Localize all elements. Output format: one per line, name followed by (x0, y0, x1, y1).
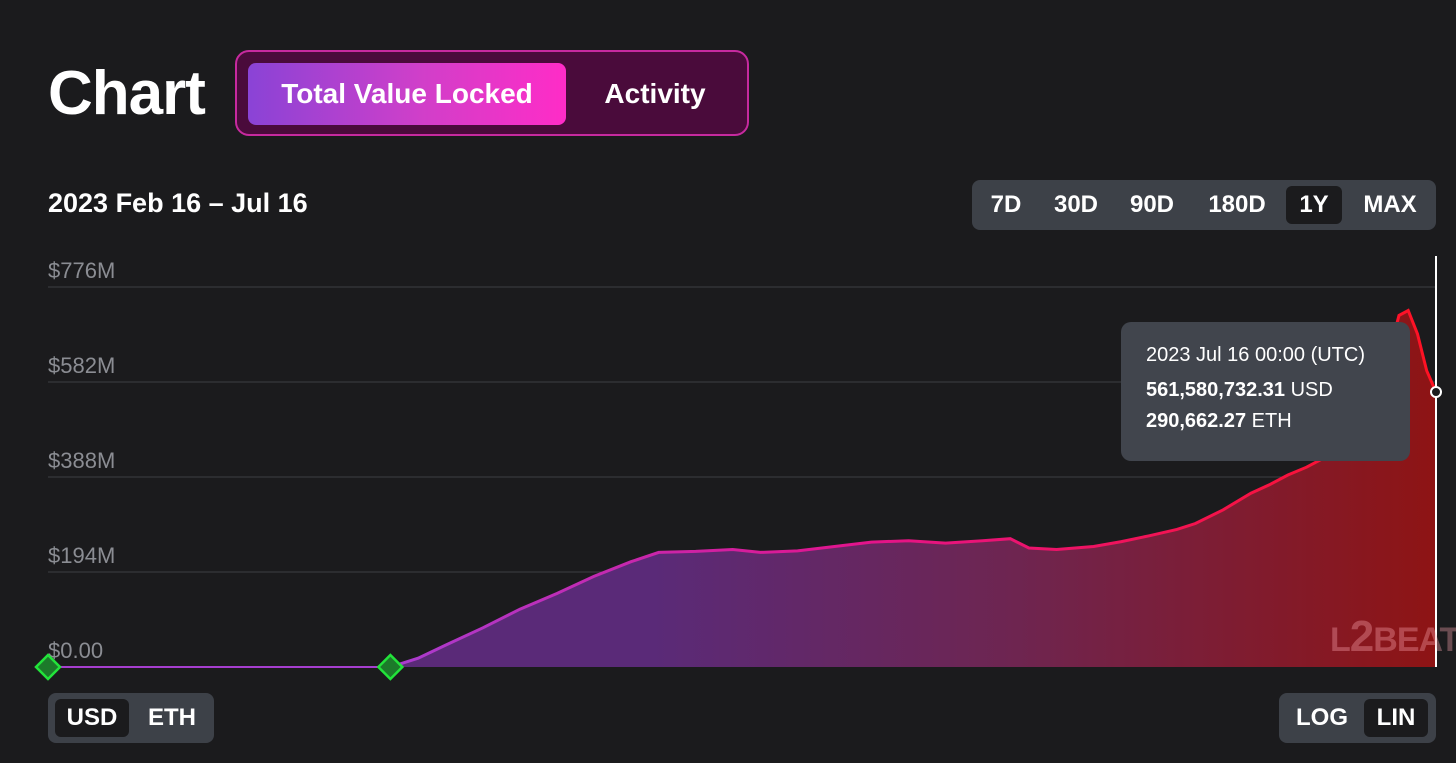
usd-button[interactable]: USD (55, 699, 129, 737)
chart-tooltip: 2023 Jul 16 00:00 (UTC) 561,580,732.31 U… (1121, 322, 1410, 461)
tooltip-usd-unit: USD (1290, 379, 1333, 401)
eth-button[interactable]: ETH (136, 699, 208, 737)
currency-toggle: USD ETH (48, 693, 214, 743)
hover-point (1430, 385, 1442, 398)
tooltip-eth-unit: ETH (1251, 410, 1292, 432)
event-marker-1[interactable] (376, 653, 405, 681)
tooltip-usd: 561,580,732.31 USD (1146, 379, 1410, 402)
tooltip-usd-value: 561,580,732.31 (1146, 379, 1286, 401)
lin-scale-button[interactable]: LIN (1364, 699, 1428, 737)
y-tick-label-0: $0.00 (48, 638, 103, 663)
y-tick-label-3: $582M (48, 353, 115, 378)
tooltip-date: 2023 Jul 16 00:00 (UTC) (1146, 344, 1366, 366)
l2beat-logo: L2BEAT (1330, 612, 1456, 661)
log-scale-button[interactable]: LOG (1287, 699, 1357, 737)
y-tick-label-4: $776M (48, 258, 115, 283)
tooltip-eth-value: 290,662.27 (1146, 410, 1247, 432)
y-tick-label-2: $388M (48, 448, 115, 473)
tooltip-eth: 290,662.27 ETH (1146, 410, 1410, 433)
y-tick-label-1: $194M (48, 543, 115, 568)
scale-toggle: LOG LIN (1279, 693, 1436, 743)
